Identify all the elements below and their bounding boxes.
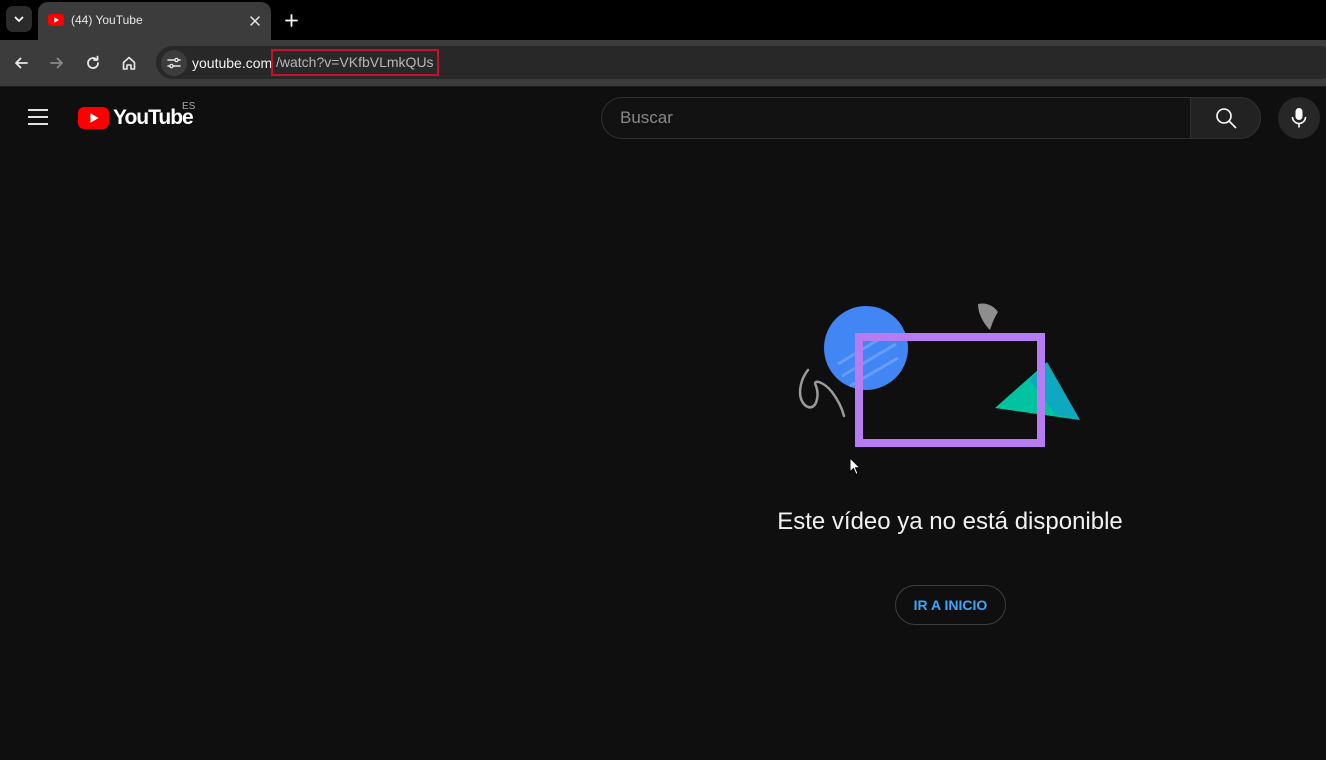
browser-tab[interactable]: (44) YouTube: [38, 2, 271, 40]
site-info-button[interactable]: [161, 50, 187, 76]
country-code: ES: [182, 101, 196, 112]
new-tab-button[interactable]: [280, 9, 302, 31]
search-icon: [1215, 108, 1236, 129]
url-host: youtube.com: [192, 55, 273, 71]
mouse-cursor-icon: [849, 457, 862, 476]
hamburger-icon: [28, 109, 48, 125]
plus-icon: [284, 13, 298, 27]
go-home-button[interactable]: IR A INICIO: [895, 585, 1006, 625]
back-button[interactable]: [8, 50, 34, 76]
voice-search-button[interactable]: [1278, 97, 1320, 139]
video-unavailable-illustration: [798, 303, 1080, 447]
chevron-down-icon: [14, 16, 24, 23]
leaf-shape: [978, 303, 998, 330]
menu-button[interactable]: [22, 101, 54, 133]
reload-icon: [87, 55, 99, 69]
tab-search-button[interactable]: [6, 6, 32, 32]
tune-icon: [167, 57, 181, 69]
address-bar[interactable]: youtube.com /watch?v=VKfbVLmkQUs: [156, 46, 1326, 79]
home-icon: [122, 56, 136, 70]
microphone-icon: [1291, 108, 1307, 128]
youtube-logo[interactable]: YouTube: [78, 106, 194, 129]
search-input[interactable]: [602, 98, 1191, 138]
search-button[interactable]: [1190, 97, 1261, 139]
url-path-highlight: /watch?v=VKfbVLmkQUs: [271, 49, 439, 76]
tab-title: (44) YouTube: [71, 13, 143, 27]
error-message: Este vídeo ya no está disponible: [777, 508, 1123, 535]
youtube-favicon-icon: [48, 14, 64, 26]
youtube-wordmark: YouTube: [113, 106, 194, 129]
back-arrow-icon: [15, 57, 28, 69]
close-icon: [250, 16, 260, 26]
youtube-masthead: YouTube ES: [0, 87, 1326, 149]
forward-arrow-icon: [50, 57, 63, 69]
browser-toolbar: youtube.com /watch?v=VKfbVLmkQUs: [0, 40, 1326, 86]
tab-close-button[interactable]: [247, 13, 263, 29]
browser-tab-strip: (44) YouTube: [0, 0, 1326, 40]
home-button[interactable]: [116, 50, 142, 76]
forward-button[interactable]: [44, 50, 70, 76]
youtube-logo-icon: [78, 107, 109, 129]
reload-button[interactable]: [80, 50, 106, 76]
search-box: [601, 97, 1191, 139]
